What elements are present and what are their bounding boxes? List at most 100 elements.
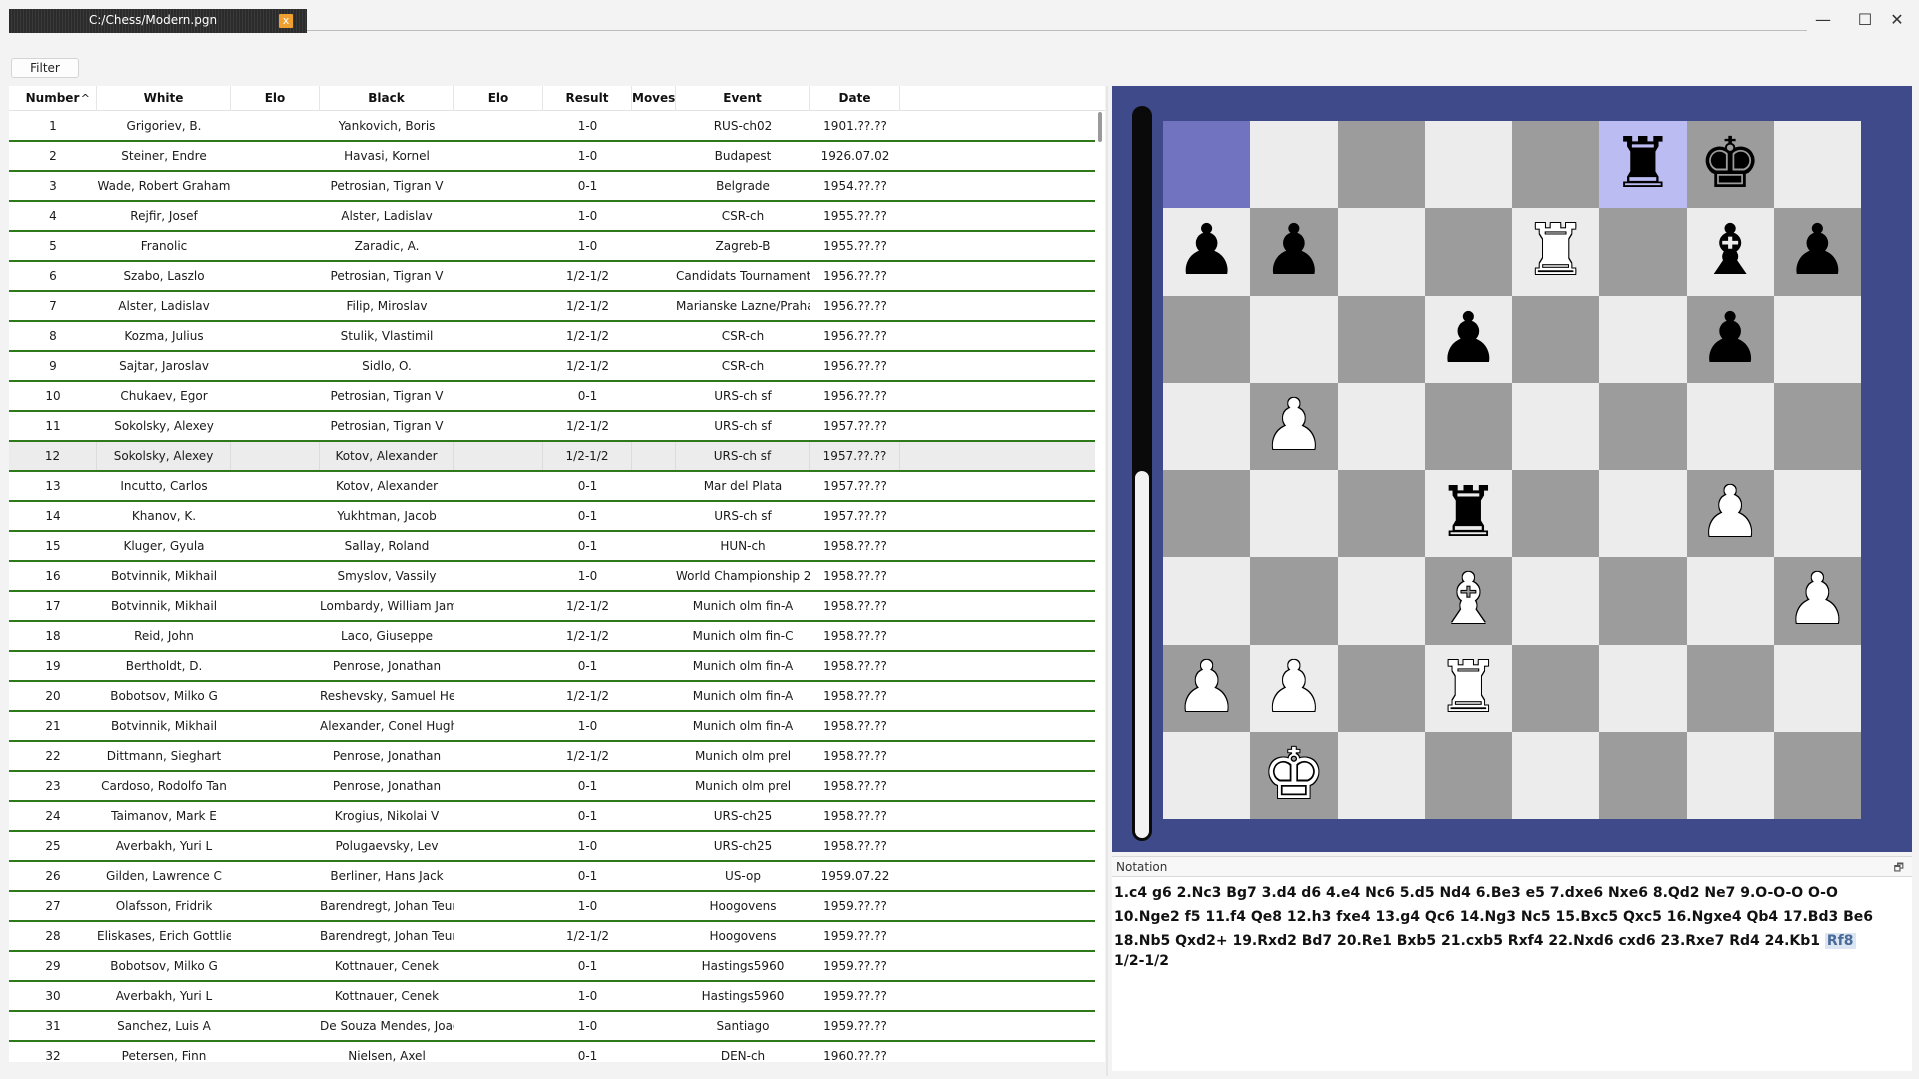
square-e5[interactable] — [1512, 382, 1600, 470]
chess-board[interactable]: ♜ ♚ ♟ ♟ ♜ ♝ ♟ ♟ ♟ ♟ ♜ ♟ ♝ ♟ ♟ ♟ ♜ ♚ — [1163, 121, 1861, 819]
table-row[interactable]: 10 Chukaev, Egor Petrosian, Tigran V 0-1 URS… — [9, 382, 1095, 412]
table-row[interactable]: 20 Bobotsov, Milko G Reshevsky, Samuel Her… — [9, 682, 1095, 712]
table-row[interactable]: 5 Franolic Zaradic, A. 1-0 Zagreb-B 1955.??.?… — [9, 232, 1095, 262]
column-header-white[interactable]: White — [97, 86, 231, 111]
file-tab[interactable]: C:/Chess/Modern.pgn x — [9, 9, 307, 33]
square-a5[interactable] — [1163, 382, 1251, 470]
table-row[interactable]: 19 Bertholdt, D. Penrose, Jonathan 0-1 Munic… — [9, 652, 1095, 682]
square-a6[interactable] — [1163, 295, 1251, 383]
table-row[interactable]: 11 Sokolsky, Alexey Petrosian, Tigran V 1/2… — [9, 412, 1095, 442]
restore-icon[interactable]: 🗗 — [1894, 859, 1904, 878]
square-e2[interactable] — [1512, 644, 1600, 732]
table-row[interactable]: 16 Botvinnik, Mikhail Smyslov, Vassily 1-0 W… — [9, 562, 1095, 592]
square-h6[interactable] — [1773, 295, 1861, 383]
table-row[interactable]: 24 Taimanov, Mark E Krogius, Nikolai V 0-1 U… — [9, 802, 1095, 832]
square-d8[interactable] — [1424, 121, 1512, 209]
white-bishop-icon[interactable]: ♝ — [1425, 557, 1512, 644]
table-row[interactable]: 13 Incutto, Carlos Kotov, Alexander 0-1 Mar … — [9, 472, 1095, 502]
square-a1[interactable] — [1163, 731, 1251, 819]
white-rook-icon[interactable]: ♜ — [1512, 208, 1599, 295]
black-pawn-icon[interactable]: ♟ — [1687, 296, 1774, 383]
table-row[interactable]: 15 Kluger, Gyula Sallay, Roland 0-1 HUN-ch 19… — [9, 532, 1095, 562]
square-c5[interactable] — [1337, 382, 1425, 470]
close-window-icon[interactable]: ✕ — [1882, 8, 1912, 32]
table-row[interactable]: 21 Botvinnik, Mikhail Alexander, Conel Hug… — [9, 712, 1095, 742]
square-a4[interactable] — [1163, 470, 1251, 558]
move-text[interactable]: 1.c4 g6 2.Nc3 Bg7 3.d4 d6 4.e4 Nc6 5.d5 … — [1114, 885, 1873, 949]
square-f4[interactable] — [1599, 470, 1687, 558]
column-header-result[interactable]: Result — [543, 86, 632, 111]
table-row[interactable]: 12 Sokolsky, Alexey Kotov, Alexander 1/2-1/… — [9, 442, 1095, 472]
square-c3[interactable] — [1337, 557, 1425, 645]
square-c6[interactable] — [1337, 295, 1425, 383]
black-pawn-icon[interactable]: ♟ — [1163, 208, 1250, 295]
column-header-event[interactable]: Event — [676, 86, 810, 111]
square-a3[interactable] — [1163, 557, 1251, 645]
table-row[interactable]: 30 Averbakh, Yuri L Kottnauer, Cenek 1-0 Has… — [9, 982, 1095, 1012]
square-b8[interactable] — [1250, 121, 1338, 209]
table-row[interactable]: 28 Eliskases, Erich Gottlieb Barendregt, J… — [9, 922, 1095, 952]
table-row[interactable]: 6 Szabo, Laszlo Petrosian, Tigran V 1/2-1/2… — [9, 262, 1095, 292]
table-row[interactable]: 27 Olafsson, Fridrik Barendregt, Johan Teu… — [9, 892, 1095, 922]
square-h4[interactable] — [1773, 470, 1861, 558]
white-pawn-icon[interactable]: ♟ — [1163, 645, 1250, 732]
white-pawn-icon[interactable]: ♟ — [1250, 383, 1337, 470]
black-rook-icon[interactable]: ♜ — [1425, 470, 1512, 557]
table-row[interactable]: 8 Kozma, Julius Stulik, Vlastimil 1/2-1/2 CS… — [9, 322, 1095, 352]
column-header-white-elo[interactable]: Elo — [231, 86, 320, 111]
black-pawn-icon[interactable]: ♟ — [1774, 208, 1861, 295]
square-e4[interactable] — [1512, 470, 1600, 558]
square-e1[interactable] — [1512, 731, 1600, 819]
square-f1[interactable] — [1599, 731, 1687, 819]
white-pawn-icon[interactable]: ♟ — [1687, 470, 1774, 557]
square-h2[interactable] — [1773, 644, 1861, 732]
square-d7[interactable] — [1424, 208, 1512, 296]
square-g1[interactable] — [1686, 731, 1774, 819]
square-c7[interactable] — [1337, 208, 1425, 296]
square-f6[interactable] — [1599, 295, 1687, 383]
table-row[interactable]: 1 Grigoriev, B. Yankovich, Boris 1-0 RUS-ch0… — [9, 112, 1095, 142]
pane-splitter[interactable] — [1106, 86, 1108, 1076]
white-rook-icon[interactable]: ♜ — [1425, 645, 1512, 732]
table-row[interactable]: 3 Wade, Robert Graham Petrosian, Tigran V 0… — [9, 172, 1095, 202]
table-row[interactable]: 29 Bobotsov, Milko G Kottnauer, Cenek 0-1 Ha… — [9, 952, 1095, 982]
maximize-icon[interactable]: ☐ — [1850, 8, 1880, 32]
table-row[interactable]: 18 Reid, John Laco, Giuseppe 1/2-1/2 Munich … — [9, 622, 1095, 652]
table-vertical-scrollbar[interactable] — [1098, 112, 1102, 142]
white-king-icon[interactable]: ♚ — [1250, 732, 1337, 819]
sort-ascending-icon[interactable]: ^ — [81, 86, 90, 111]
move-list[interactable]: 1.c4 g6 2.Nc3 Bg7 3.d4 d6 4.e4 Nc6 5.d5 … — [1114, 881, 1904, 953]
table-row[interactable]: 9 Sajtar, Jaroslav Sidlo, O. 1/2-1/2 CSR-ch 1… — [9, 352, 1095, 382]
square-e8[interactable] — [1512, 121, 1600, 209]
table-row[interactable]: 7 Alster, Ladislav Filip, Miroslav 1/2-1/2 M… — [9, 292, 1095, 322]
close-tab-icon[interactable]: x — [279, 14, 293, 28]
table-row[interactable]: 23 Cardoso, Rodolfo Tan Penrose, Jonathan 0… — [9, 772, 1095, 802]
square-b3[interactable] — [1250, 557, 1338, 645]
table-row[interactable]: 4 Rejfir, Josef Alster, Ladislav 1-0 CSR-ch 1… — [9, 202, 1095, 232]
square-d1[interactable] — [1424, 731, 1512, 819]
square-f2[interactable] — [1599, 644, 1687, 732]
table-row[interactable]: 14 Khanov, K. Yukhtman, Jacob 0-1 URS-ch sf 1… — [9, 502, 1095, 532]
white-pawn-icon[interactable]: ♟ — [1250, 645, 1337, 732]
white-pawn-icon[interactable]: ♟ — [1774, 557, 1861, 644]
square-c8[interactable] — [1337, 121, 1425, 209]
square-f3[interactable] — [1599, 557, 1687, 645]
black-rook-icon[interactable]: ♜ — [1599, 121, 1686, 208]
black-pawn-icon[interactable]: ♟ — [1250, 208, 1337, 295]
column-header-black[interactable]: Black — [320, 86, 454, 111]
table-row[interactable]: 26 Gilden, Lawrence C Berliner, Hans Jack 0… — [9, 862, 1095, 892]
black-pawn-icon[interactable]: ♟ — [1425, 296, 1512, 383]
column-header-number[interactable]: Number ^ — [9, 86, 97, 111]
square-b4[interactable] — [1250, 470, 1338, 558]
square-h1[interactable] — [1773, 731, 1861, 819]
square-g5[interactable] — [1686, 382, 1774, 470]
current-move[interactable]: Rf8 — [1824, 933, 1856, 949]
filter-button[interactable]: Filter — [11, 58, 79, 78]
square-f7[interactable] — [1599, 208, 1687, 296]
square-h8[interactable] — [1773, 121, 1861, 209]
square-b6[interactable] — [1250, 295, 1338, 383]
table-row[interactable]: 17 Botvinnik, Mikhail Lombardy, William Ja… — [9, 592, 1095, 622]
column-header-black-elo[interactable]: Elo — [454, 86, 543, 111]
square-g2[interactable] — [1686, 644, 1774, 732]
table-row[interactable]: 25 Averbakh, Yuri L Polugaevsky, Lev 1-0 URS… — [9, 832, 1095, 862]
